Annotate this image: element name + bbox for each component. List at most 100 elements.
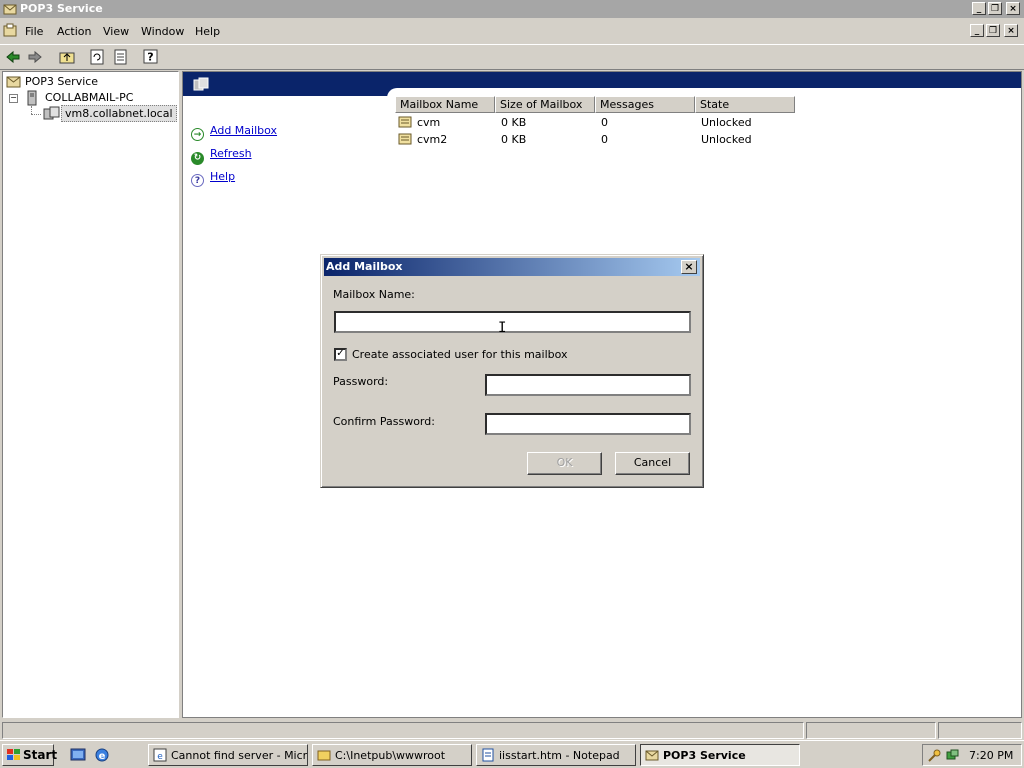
svg-text:e: e [157,752,163,762]
system-tray: 7:20 PM [922,744,1022,766]
ok-button[interactable]: OK [527,452,602,475]
mailbox-list-header: Mailbox Name Size of Mailbox Messages St… [395,96,797,113]
table-row[interactable]: cvm 0 KB 0 Unlocked [395,114,815,131]
task-refresh[interactable]: ↻ Refresh [191,147,252,165]
status-panel-main [2,722,804,739]
arrow-right-icon: → [191,128,204,141]
help-toolbar-icon[interactable]: ? [142,48,160,66]
windows-logo-icon [7,749,20,760]
tree-root[interactable]: POP3 Service [25,75,98,88]
taskbar-btn-label: C:\Inetpub\wwwroot [335,749,446,762]
menu-bar: File Action View Window Help _ ❐ × [0,20,1024,42]
menu-view[interactable]: View [103,25,129,38]
add-mailbox-link[interactable]: Add Mailbox [210,124,277,137]
mdi-minimize-button[interactable]: _ [970,24,984,37]
mdi-restore-button[interactable]: ❐ [986,24,1000,37]
refresh-icon: ↻ [191,152,204,165]
restore-button[interactable]: ❐ [988,2,1002,15]
toolbar: ? [0,44,1024,70]
pop3-app-icon [3,4,17,15]
add-mailbox-dialog: Add Mailbox × Mailbox Name: ✓ Create ass… [320,254,704,488]
cancel-button[interactable]: Cancel [615,452,690,475]
status-panel-2 [806,722,936,739]
mailbox-name-input[interactable] [334,311,691,333]
window-title: POP3 Service [20,2,103,15]
mailbox-messages: 0 [601,116,608,129]
help-link[interactable]: Help [210,170,235,183]
clock[interactable]: 7:20 PM [969,749,1013,762]
dialog-title-bar[interactable]: Add Mailbox × [324,258,700,276]
col-state[interactable]: State [695,96,795,113]
taskbar-btn-label: POP3 Service [663,749,746,762]
refresh-toolbar-icon[interactable] [88,48,106,66]
taskbar: Start e e Cannot find server - Micr... C… [0,740,1024,768]
password-label: Password: [333,375,389,388]
menu-action[interactable]: Action [57,25,91,38]
task-help[interactable]: ? Help [191,170,235,187]
window-title-bar[interactable]: POP3 Service _ ❐ × [0,0,1024,18]
tree-line [31,114,41,116]
taskbar-btn-ie[interactable]: e Cannot find server - Micr... [148,744,308,766]
mailbox-messages: 0 [601,133,608,146]
start-button[interactable]: Start [2,744,57,766]
mailbox-icon [398,133,412,145]
confirm-password-label: Confirm Password: [333,415,435,428]
show-desktop-icon[interactable] [70,747,86,763]
mailbox-size: 0 KB [501,133,527,146]
tree-domain-selected[interactable]: vm8.collabnet.local [61,105,177,122]
col-size[interactable]: Size of Mailbox [495,96,595,113]
notepad-icon [482,748,494,762]
tree-server[interactable]: COLLABMAIL-PC [45,91,133,104]
help-icon: ? [191,174,204,187]
console-tree: POP3 Service − COLLABMAIL-PC vm8.collabn… [2,71,179,718]
domain-header-icon [193,77,209,91]
minimize-button[interactable]: _ [972,2,986,15]
export-list-icon[interactable] [112,48,130,66]
taskbar-btn-notepad[interactable]: iisstart.htm - Notepad [476,744,636,766]
tray-network-icon[interactable] [945,748,960,763]
create-user-label: Create associated user for this mailbox [352,348,568,361]
confirm-password-input[interactable] [485,413,691,435]
internet-explorer-icon[interactable]: e [94,747,110,763]
pop3-root-icon [6,76,21,88]
up-folder-icon[interactable] [58,48,76,66]
status-panel-3 [938,722,1022,739]
mmc-doc-icon [3,23,17,37]
svg-text:?: ? [147,51,153,64]
text-cursor-icon: I [498,320,507,336]
menu-window[interactable]: Window [141,25,184,38]
tree-line [31,106,33,114]
mailbox-name: cvm2 [417,133,448,146]
taskbar-btn-label: iisstart.htm - Notepad [499,749,620,762]
task-add-mailbox[interactable]: → Add Mailbox [191,124,277,141]
domain-icon [43,106,60,120]
dialog-close-icon[interactable]: × [681,260,697,274]
back-arrow-icon[interactable] [4,48,22,66]
col-messages[interactable]: Messages [595,96,695,113]
menu-file[interactable]: File [25,25,43,38]
folder-icon [317,750,331,761]
taskbar-btn-label: Cannot find server - Micr... [171,749,308,762]
mailbox-name: cvm [417,116,441,129]
mailbox-icon [398,116,412,128]
dialog-title: Add Mailbox [326,260,403,273]
password-input[interactable] [485,374,691,396]
svg-text:e: e [99,751,106,762]
pop3-taskbar-icon [645,750,659,761]
create-user-checkbox[interactable]: ✓ [334,348,347,361]
forward-arrow-icon[interactable] [26,48,44,66]
tray-tools-icon[interactable] [927,748,942,763]
taskbar-btn-pop3[interactable]: POP3 Service [640,744,800,766]
ie-window-icon: e [153,748,167,762]
menu-help[interactable]: Help [195,25,220,38]
mailbox-name-label: Mailbox Name: [333,288,415,301]
taskbar-btn-explorer[interactable]: C:\Inetpub\wwwroot [312,744,472,766]
refresh-link[interactable]: Refresh [210,147,252,160]
col-mailbox-name[interactable]: Mailbox Name [395,96,495,113]
tree-collapse-toggle[interactable]: − [9,94,18,103]
close-button[interactable]: × [1006,2,1020,15]
mailbox-state: Unlocked [701,133,752,146]
mdi-close-button[interactable]: × [1004,24,1018,37]
table-row[interactable]: cvm2 0 KB 0 Unlocked [395,131,815,148]
mailbox-state: Unlocked [701,116,752,129]
